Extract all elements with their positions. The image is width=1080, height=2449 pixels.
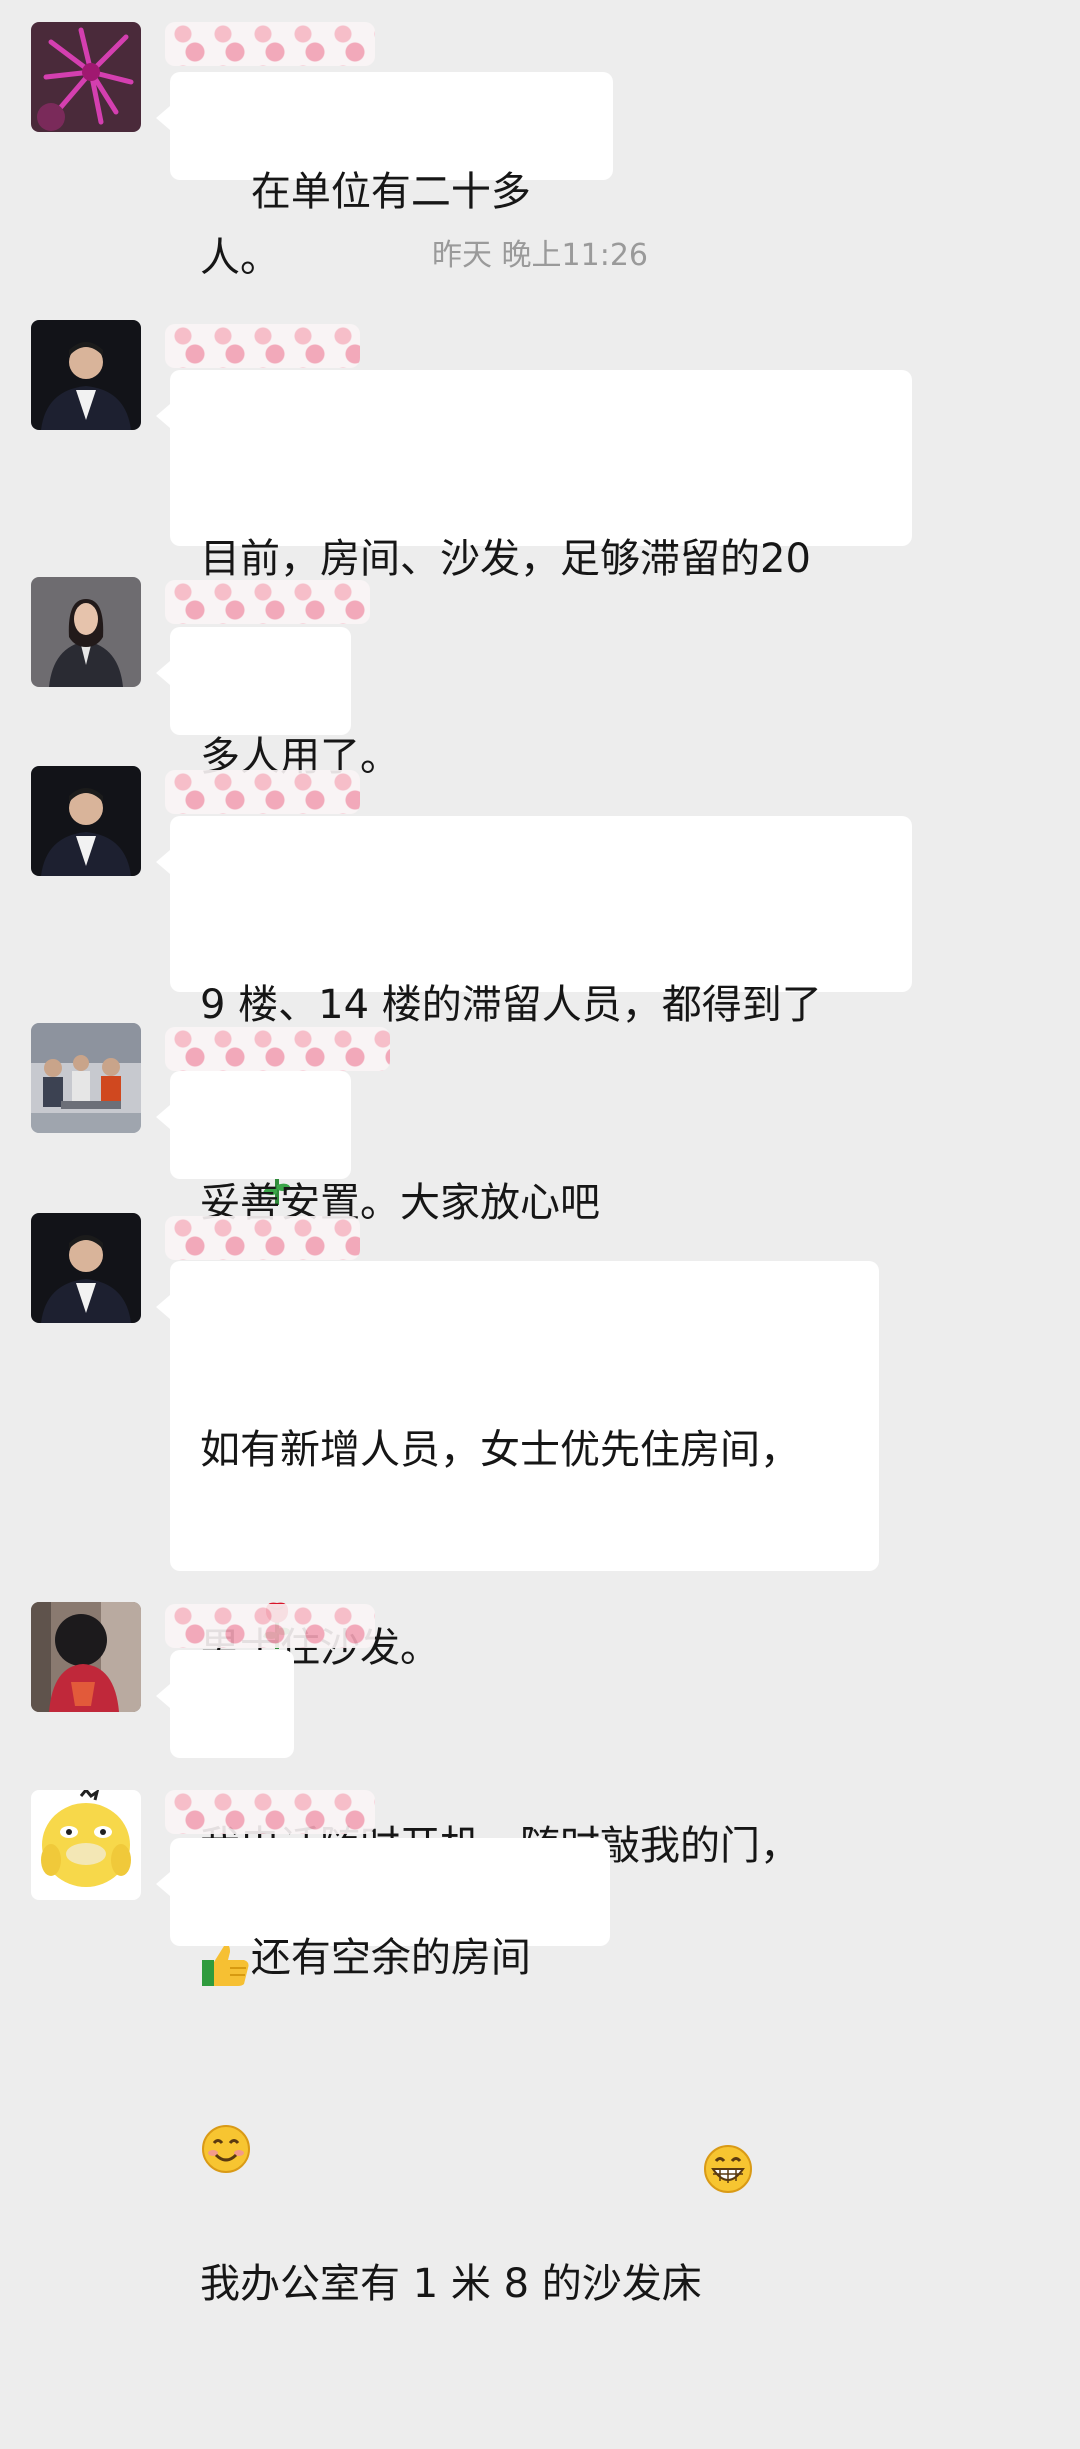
thumbs-up-icon: [251, 717, 303, 897]
sender-nickname: [165, 324, 360, 368]
avatar[interactable]: [31, 577, 141, 687]
message-bubble[interactable]: 在单位有二十多人。: [156, 72, 613, 281]
message-text: 还有空余的房间: [250, 1935, 531, 1981]
message-bubble[interactable]: [156, 627, 351, 1205]
message-bubble[interactable]: 9 楼、14 楼的滞留人员，都得到了 妥善安置。大家放心吧: [156, 816, 912, 1226]
avatar[interactable]: [31, 1023, 141, 1133]
timestamp-divider: 昨天 晚上11:26: [432, 238, 648, 273]
sender-nickname: [165, 1604, 375, 1648]
message-text-line: 我办公室有 1 米 8 的沙发床: [200, 2011, 849, 2317]
message-bubble[interactable]: [156, 1650, 294, 1986]
avatar[interactable]: [31, 22, 141, 132]
avatar[interactable]: [31, 1602, 141, 1712]
sender-nickname: [165, 1027, 390, 1071]
avatar[interactable]: [31, 1790, 141, 1900]
message-bubble[interactable]: [156, 1071, 351, 1649]
avatar[interactable]: [31, 766, 141, 876]
grin-emoji-icon: [702, 2011, 754, 2193]
sender-nickname: [165, 770, 360, 814]
message-bubble[interactable]: 如有新增人员，女士优先住房间， 男士住沙发。 我电话随时开机，随时敲我的门， 我…: [156, 1261, 879, 2307]
avatar[interactable]: [31, 1213, 141, 1323]
sender-nickname: [165, 580, 370, 624]
message-text-line: 如有新增人员，女士优先住房间，: [200, 1427, 800, 1473]
thumbs-up-icon: [251, 1161, 303, 1341]
message-text: 我办公室有 1 米 8 的沙发床: [200, 2261, 702, 2307]
sender-nickname: [165, 1790, 375, 1834]
smile-emoji-icon: [200, 1991, 252, 2173]
message-bubble[interactable]: 目前，房间、沙发，足够滞留的20 多人用了。: [156, 370, 912, 780]
avatar[interactable]: [31, 320, 141, 430]
sender-nickname: [165, 22, 375, 66]
sender-nickname: [165, 1216, 360, 1260]
message-bubble[interactable]: 还有空余的房间: [156, 1838, 610, 2173]
